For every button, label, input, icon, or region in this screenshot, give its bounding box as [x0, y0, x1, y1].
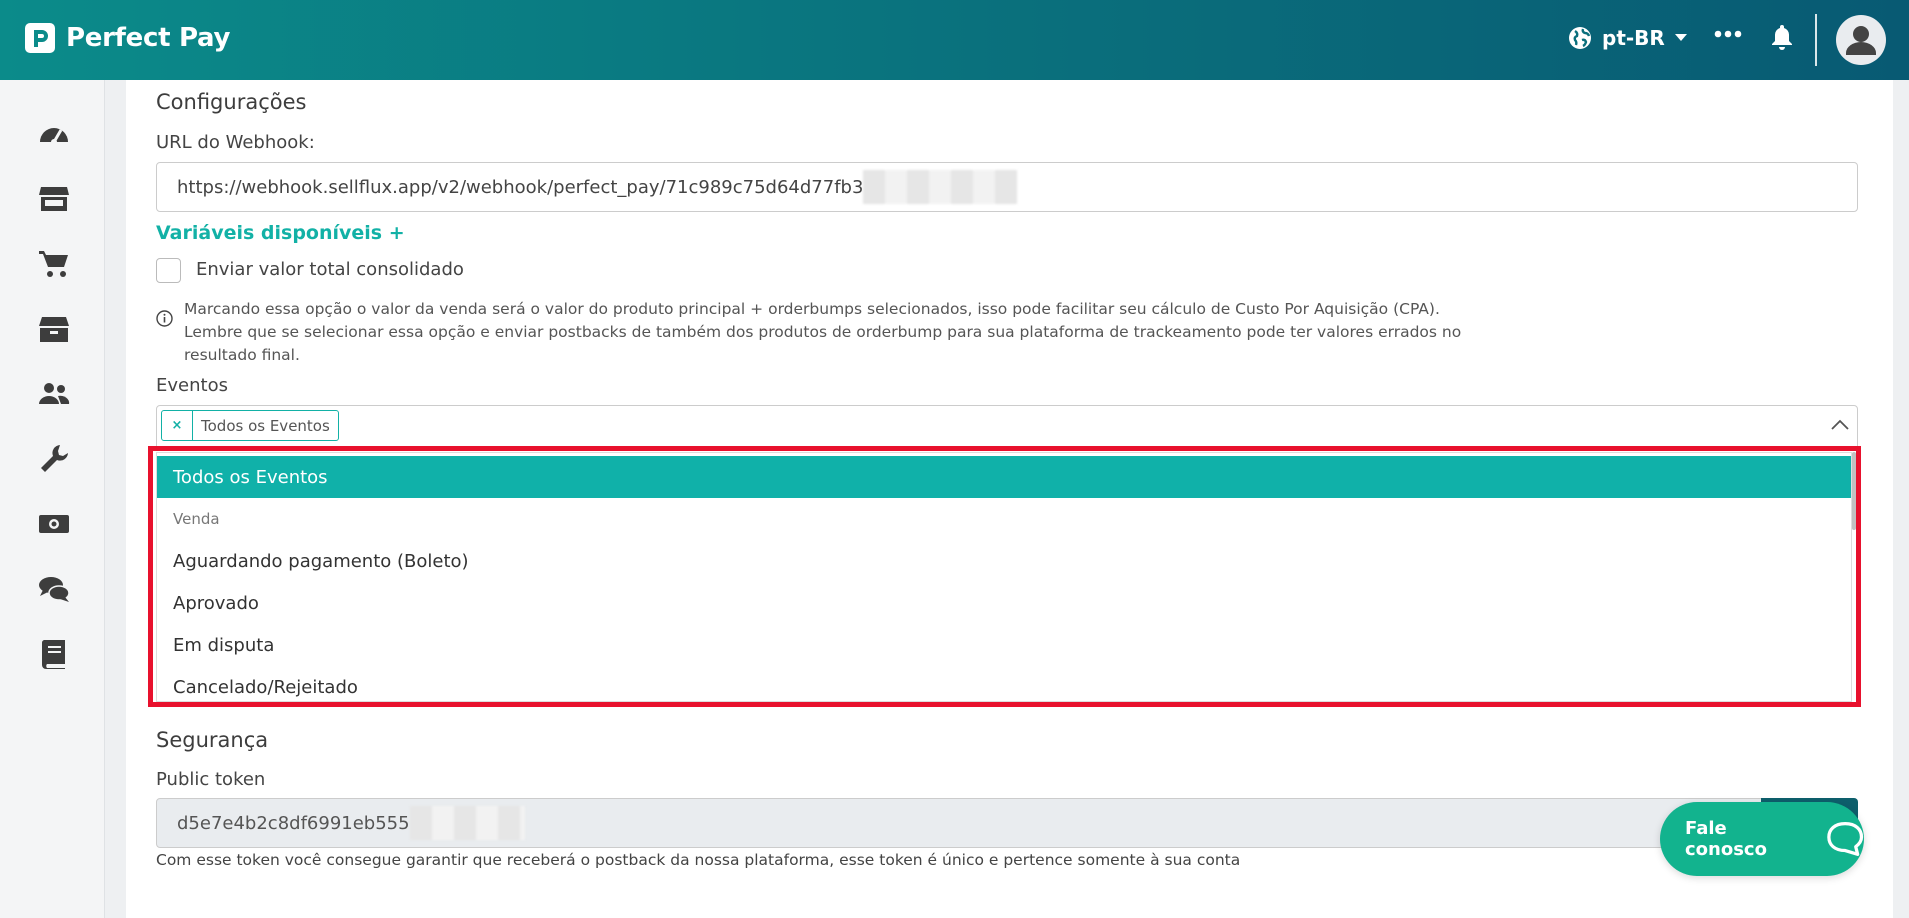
events-multiselect[interactable]: × Todos os Eventos	[156, 405, 1858, 447]
dropdown-option-todos-os-eventos[interactable]: Todos os Eventos	[157, 456, 1851, 498]
dropdown-group-venda: Venda	[173, 510, 220, 528]
dropdown-option-cancelado-rejeitado[interactable]: Cancelado/Rejeitado	[157, 666, 1851, 701]
public-token-value: d5e7e4b2c8df6991eb555	[177, 812, 410, 834]
seguranca-title: Segurança	[156, 728, 269, 752]
cart-icon[interactable]	[38, 248, 70, 280]
public-token-help: Com esse token você consegue garantir qu…	[156, 851, 1241, 869]
public-token-label: Public token	[156, 769, 266, 790]
consolidated-value-info: Marcando essa opção o valor da venda ser…	[184, 300, 1462, 364]
user-avatar[interactable]	[1836, 15, 1886, 65]
book-icon[interactable]	[38, 638, 70, 670]
webhook-url-redaction	[863, 170, 1018, 204]
events-label: Eventos	[156, 375, 228, 396]
dropdown-option-aguardando-pagamento[interactable]: Aguardando pagamento (Boleto)	[157, 540, 1851, 582]
selected-event-tag-label: Todos os Eventos	[201, 416, 330, 435]
more-options-icon[interactable]	[1714, 30, 1742, 38]
chat-button-label: Fale conosco	[1685, 818, 1767, 860]
language-selector[interactable]: pt-BR	[1568, 26, 1687, 50]
money-icon[interactable]	[38, 508, 70, 540]
dropdown-option-em-disputa[interactable]: Em disputa	[157, 624, 1851, 666]
users-icon[interactable]	[38, 378, 70, 410]
chat-icon[interactable]	[38, 573, 70, 605]
fale-conosco-chat-button[interactable]: Fale conosco	[1660, 802, 1864, 876]
language-label: pt-BR	[1602, 26, 1665, 50]
brand-logo[interactable]: Perfect Pay	[24, 22, 230, 54]
chat-bubble-icon	[1826, 822, 1863, 856]
brand-name: Perfect Pay	[66, 23, 231, 53]
notification-bell-icon[interactable]	[1770, 23, 1794, 51]
header-divider	[1815, 14, 1817, 66]
configuracoes-title: Configurações	[156, 90, 307, 114]
sidebar	[0, 80, 105, 918]
public-token-input[interactable]: d5e7e4b2c8df6991eb555	[156, 798, 1762, 848]
remove-tag-button[interactable]: ×	[162, 411, 193, 440]
dashboard-icon[interactable]	[38, 118, 70, 150]
consolidated-value-checkbox[interactable]	[156, 258, 181, 283]
variables-available-link[interactable]: Variáveis disponíveis +	[156, 222, 405, 244]
globe-icon	[1569, 27, 1591, 49]
perfect-pay-logo-icon	[25, 23, 55, 53]
public-token-redaction	[409, 806, 525, 840]
chevron-up-icon[interactable]	[1831, 419, 1849, 430]
info-icon	[156, 310, 173, 327]
webhook-url-value: https://webhook.sellflux.app/v2/webhook/…	[177, 176, 864, 198]
dropdown-scrollbar[interactable]	[1852, 452, 1856, 530]
events-dropdown-list: Todos os Eventos Venda Aguardando pagame…	[156, 452, 1852, 702]
store-icon[interactable]	[38, 183, 70, 215]
caret-down-icon	[1674, 34, 1687, 41]
dropdown-option-aprovado[interactable]: Aprovado	[157, 582, 1851, 624]
wrench-icon[interactable]	[38, 443, 70, 475]
consolidated-value-label: Enviar valor total consolidado	[196, 259, 464, 280]
box-icon[interactable]	[38, 313, 70, 345]
webhook-url-input[interactable]: https://webhook.sellflux.app/v2/webhook/…	[156, 162, 1858, 212]
top-navbar: Perfect Pay pt-BR	[0, 0, 1909, 80]
webhook-url-label: URL do Webhook:	[156, 132, 315, 153]
user-icon	[1846, 26, 1876, 55]
selected-event-tag: × Todos os Eventos	[161, 410, 339, 441]
